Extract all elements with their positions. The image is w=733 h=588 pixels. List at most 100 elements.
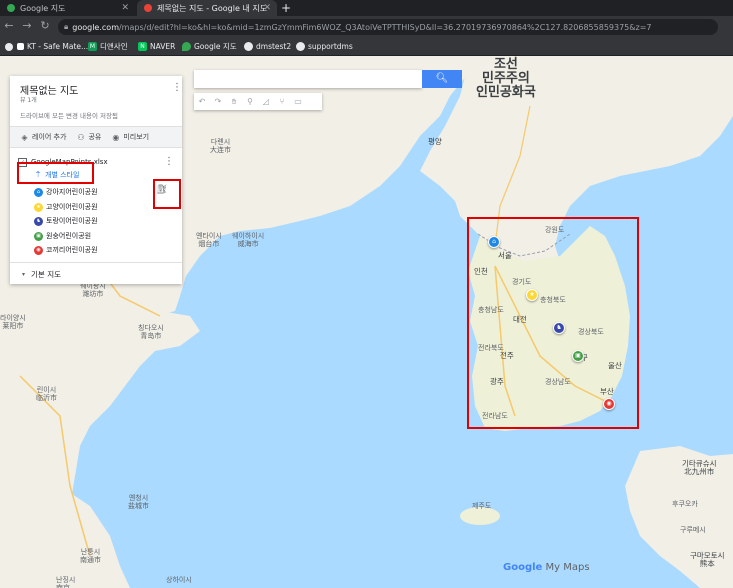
url-text: google.com/maps/d/edit?hl=ko&hl=ko&mid=1… [72,23,651,32]
globe-icon [296,42,305,51]
label-text: 칭다오시 青岛市 [138,324,164,340]
bookmark-apps[interactable] [5,40,16,53]
label-laiyang: 라이양시 莱阳市 [0,314,26,330]
search-icon: 🔍︎ [435,73,449,84]
preview-button[interactable]: ◉ 미리보기 [111,132,149,142]
place-item[interactable]: ▣ 원숭어린이공원 [34,231,91,241]
bookmark-dmstest2[interactable]: dmstest2 [244,40,291,53]
expand-icon[interactable]: ▾ [22,271,25,278]
m-icon: M [88,42,97,51]
square-icon [17,43,24,50]
draw-line-icon[interactable]: ◿ [258,94,274,110]
new-tab-button[interactable]: + [279,0,293,16]
place-label: 고양이어린이공원 [46,203,98,211]
label-nanjing: 난징시 南京 [56,576,75,588]
forward-icon[interactable]: → [20,19,34,33]
my-maps-favicon-icon [144,4,152,12]
bookmark-label: supportdms [308,42,353,51]
google-my-maps-watermark: Google My Maps [503,562,590,573]
label-kitakyushu: 기타큐슈시 北九州市 [682,460,717,476]
browser-tab-bar: Google 지도 ✕ 제목없는 지도 - Google 내 지도 ✕ + [0,0,733,16]
add-layer-button[interactable]: ◈ 레이어 추가 [20,132,66,142]
label-text: 린이시 临沂市 [36,386,57,402]
label-jeju: 제주도 [472,502,491,510]
reload-icon[interactable]: ↻ [38,19,52,33]
bookmark-label: NAVER [150,42,176,51]
back-icon[interactable]: ← [2,19,16,33]
label-text: 다롄시 大连市 [210,138,231,154]
label-text: 평양 [428,137,442,146]
label-text: 조선 민주주의 인민공화국 [476,57,536,100]
basemap-row[interactable]: ▾ 기본 지도 [10,262,182,285]
bookmark-dnsign[interactable]: M 디앤사인 [88,40,128,53]
layers-icon: ◈ [21,132,28,142]
url-path: /maps/d/edit?hl=ko&hl=ko&mid=1zmGzYmmFim… [118,22,652,32]
label-qingdao: 칭다오시 青岛市 [138,324,164,340]
label-kumamoto: 구마모토시 熊本 [690,552,725,568]
place-item[interactable]: ◉ 코끼리어린이공원 [34,245,98,255]
action-label: 미리보기 [123,133,150,141]
bookmark-label: 디앤사인 [100,42,128,51]
place-item[interactable]: ★ 고양이어린이공원 [34,202,98,212]
place-label: 원숭어린이공원 [46,232,92,240]
tab-title: Google 지도 [20,3,66,13]
label-text: 난퉁시 南通市 [80,548,101,564]
lock-icon: 🔒︎ [64,22,69,31]
highlight-box-layer-style [17,162,94,184]
label-weihai: 웨이하이시 威海市 [232,232,264,248]
label-dalian: 다롄시 大连市 [210,138,231,154]
add-person-icon: ⚇ [77,132,85,142]
place-label: 토랑이어린이공원 [46,217,98,225]
place-item[interactable]: ♞ 토랑이어린이공원 [34,216,98,226]
label-text: 후쿠오카 [672,500,698,508]
close-icon[interactable]: ✕ [263,3,271,13]
camera-icon: ◉ [34,245,43,255]
label-yantai: 옌타이시 烟台市 [196,232,222,248]
bookmark-kt[interactable]: KT - Safe Mate... [17,40,88,53]
search-button[interactable]: 🔍︎ [422,70,462,88]
redo-icon[interactable]: ↷ [210,94,226,110]
label-pyongyang: 평양 [428,138,442,146]
eye-icon: ◉ [112,132,120,142]
label-text: 기타큐슈시 北九州市 [682,459,717,476]
layer-more-vert-icon[interactable]: ⋮ [164,156,174,168]
naver-icon: N [138,42,147,51]
search-input[interactable] [194,70,422,88]
label-kurume: 구루메시 [680,526,706,534]
bookmark-supportdms[interactable]: supportdms [296,40,353,53]
undo-icon[interactable]: ↶ [194,94,210,110]
label-text: 웨이하이시 威海市 [232,232,265,248]
place-item[interactable]: ⌂ 강아지어린이공원 [34,187,98,197]
label-linyi: 린이시 临沂市 [36,386,57,402]
bookmark-label: dmstest2 [256,42,292,51]
highlight-box-paint-icon [153,179,181,209]
measure-icon[interactable]: ▭ [290,94,306,110]
label-text: 옌타이시 烟台市 [196,232,222,248]
address-bar[interactable]: 🔒︎ google.com/maps/d/edit?hl=ko&hl=ko&mi… [58,19,718,35]
bookmark-google-maps[interactable]: Google 지도 [182,40,237,53]
close-icon[interactable]: ✕ [121,3,129,13]
add-marker-icon[interactable]: ⚲ [242,94,258,110]
tab-title: 제목없는 지도 - Google 내 지도 [157,3,268,13]
tab-my-maps[interactable]: 제목없는 지도 - Google 내 지도 ✕ [137,0,277,16]
label-text: 옌청시 盐城市 [128,494,149,510]
label-text: 상하이시 [166,576,192,584]
share-button[interactable]: ⚇ 공유 [76,132,101,142]
directions-icon[interactable]: ⑂ [274,94,290,110]
tab-google-maps[interactable]: Google 지도 ✕ [0,0,135,16]
china-south-land [0,476,130,588]
bookmarks-bar: KT - Safe Mate... M 디앤사인 N NAVER Google 지도… [0,38,733,56]
hand-icon[interactable]: ✋︎ [226,94,242,110]
label-text: 라이양시 莱阳市 [0,314,26,330]
more-vert-icon[interactable]: ⋮ [172,82,182,94]
place-label: 강아지어린이공원 [46,188,98,196]
star-icon: ★ [34,202,43,212]
action-label: 공유 [88,133,102,141]
bookmark-naver[interactable]: N NAVER [138,40,175,53]
apps-icon [5,42,13,51]
watermark-text: My Maps [545,562,590,573]
browser-nav-bar: ← → ↻ 🔒︎ google.com/maps/d/edit?hl=ko&hl… [0,16,733,38]
label-text: 제주도 [472,502,492,510]
panel-action-bar: ◈ 레이어 추가 ⚇ 공유 ◉ 미리보기 [10,126,182,148]
map-toolbar: ↶ ↷ ✋︎ ⚲ ◿ ⑂ ▭ [194,93,322,110]
